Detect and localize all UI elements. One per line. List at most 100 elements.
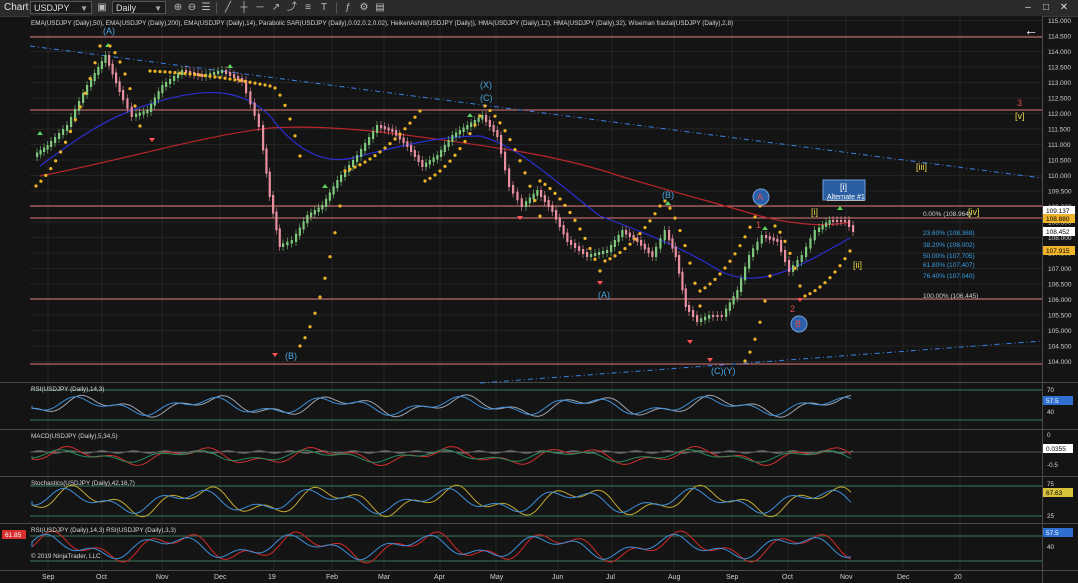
price-axis[interactable]: 115.000 114.500 114.000 113.500 113.000 112.5… [1048, 18, 1072, 366]
sar-dot [758, 320, 762, 324]
sar-dot [59, 150, 63, 154]
sar-dot [628, 242, 632, 246]
candle-body [225, 70, 228, 74]
candle-body [844, 220, 847, 222]
sar-dot [398, 132, 402, 136]
candle-body [150, 103, 153, 112]
sar-dot [558, 197, 562, 201]
candle-body [153, 97, 156, 106]
price-axis-label: 105.000 [1048, 328, 1072, 335]
calendar-icon[interactable]: ▣ [96, 2, 108, 14]
properties-icon[interactable]: ☰ [200, 2, 212, 14]
sar-dot [468, 132, 472, 136]
wave-label: 3 [1017, 98, 1022, 108]
candle-body [383, 126, 386, 130]
candle-body [504, 151, 507, 171]
maximize-icon[interactable]: □ [1040, 2, 1052, 13]
sar-dot [518, 159, 522, 163]
sar-dot [753, 215, 757, 219]
candle-body [551, 205, 554, 212]
template-icon[interactable]: ▤ [374, 2, 386, 14]
candle-body [286, 241, 289, 246]
candle-body [50, 141, 53, 147]
candle-body [265, 148, 268, 174]
wave-label: [iii] [916, 162, 927, 172]
candle-body [485, 115, 488, 122]
period-selector[interactable]: Daily ▼ [112, 1, 166, 14]
sar-dot [483, 104, 487, 108]
sar-dot [658, 204, 662, 208]
sar-dot [693, 281, 697, 285]
candle-body [313, 210, 316, 215]
sar-dot [383, 146, 387, 150]
sar-dot [688, 261, 692, 265]
sar-dot [593, 257, 597, 261]
sar-dot [98, 44, 102, 48]
instrument-selector[interactable]: USDJPY ▼ [30, 1, 92, 14]
time-axis[interactable]: Sep Oct Nov Dec 19 Feb Mar Apr May Jun Jul Aug Sep Oc… [42, 574, 962, 581]
sar-dot [498, 121, 502, 125]
sar-dot [118, 60, 122, 64]
candle-body [253, 102, 256, 116]
sar-dot [733, 252, 737, 256]
strategies-icon[interactable]: ⚙ [358, 2, 370, 14]
candle-body [659, 238, 662, 249]
candle-body [272, 195, 275, 214]
crosshair-icon[interactable]: ┼ [238, 2, 250, 14]
candle-body [66, 125, 69, 131]
time-axis-label: Nov [156, 574, 169, 581]
candle-body [130, 106, 133, 117]
minimize-icon[interactable]: – [1022, 2, 1034, 13]
back-arrow-icon[interactable]: ← [1024, 22, 1038, 38]
sar-dot [198, 73, 202, 77]
time-axis-label: Mar [378, 574, 391, 581]
line-tool-icon[interactable]: ╱ [222, 2, 234, 14]
candle-body [708, 315, 711, 319]
candle-body [268, 171, 271, 197]
fib-level: 61.80% (107.407) [923, 262, 975, 269]
sar-dot [743, 235, 747, 239]
sar-dot [153, 69, 157, 73]
sar-dot [718, 272, 722, 276]
fib-tool-icon[interactable]: ≡ [302, 2, 314, 14]
sar-dot [263, 83, 267, 87]
candle-body [570, 240, 573, 245]
sar-dot [148, 69, 152, 73]
candle-body [700, 318, 703, 322]
candle-body [395, 130, 398, 136]
close-icon[interactable]: ✕ [1058, 2, 1070, 13]
indicators-icon[interactable]: ƒ [342, 2, 354, 14]
arrow-tool-icon[interactable]: ⤴ [286, 2, 298, 14]
price-axis-label: 110.000 [1048, 173, 1071, 180]
time-axis-label: Apr [434, 574, 446, 581]
stoch-value-tag: 67.63 [1046, 490, 1063, 497]
sar-dot [178, 71, 182, 75]
candle-body [536, 190, 539, 196]
window-title: Chart [4, 2, 29, 13]
candle-body [275, 211, 278, 231]
price-axis-label: 105.500 [1048, 313, 1072, 320]
sar-dot [408, 121, 412, 125]
rsi2-panel[interactable] [30, 524, 1042, 570]
candle-body [586, 252, 589, 257]
candle-body [62, 129, 65, 135]
text-tool-icon[interactable]: T [318, 2, 330, 14]
wave-label: A [757, 192, 763, 202]
hline-tool-icon[interactable]: ─ [254, 2, 266, 14]
chart-canvas[interactable]: (A) (B) (X) (C) (B) (A) (C)(Y) A B 1 2 [… [0, 16, 1078, 583]
wave-label: B [795, 319, 801, 329]
sar-dot [363, 160, 367, 164]
price-axis-label: 104.500 [1048, 344, 1072, 351]
candle-body [282, 243, 285, 247]
chart-toolbar: Chart USDJPY ▼ Daily ▼ ▣ ⊕ ⊖ ☰ ╱ ┼ ─ ↗ ⤴… [0, 0, 1078, 17]
zoom-out-icon[interactable]: ⊖ [186, 2, 198, 14]
ray-tool-icon[interactable]: ↗ [270, 2, 282, 14]
time-axis-label: 19 [268, 574, 276, 581]
price-axis-label: 112.500 [1048, 96, 1071, 103]
zoom-in-icon[interactable]: ⊕ [172, 2, 184, 14]
sar-dot [213, 75, 217, 79]
sar-dot [133, 104, 137, 108]
sar-dot [808, 292, 812, 296]
sar-dot [83, 91, 87, 95]
candle-body [617, 235, 620, 242]
